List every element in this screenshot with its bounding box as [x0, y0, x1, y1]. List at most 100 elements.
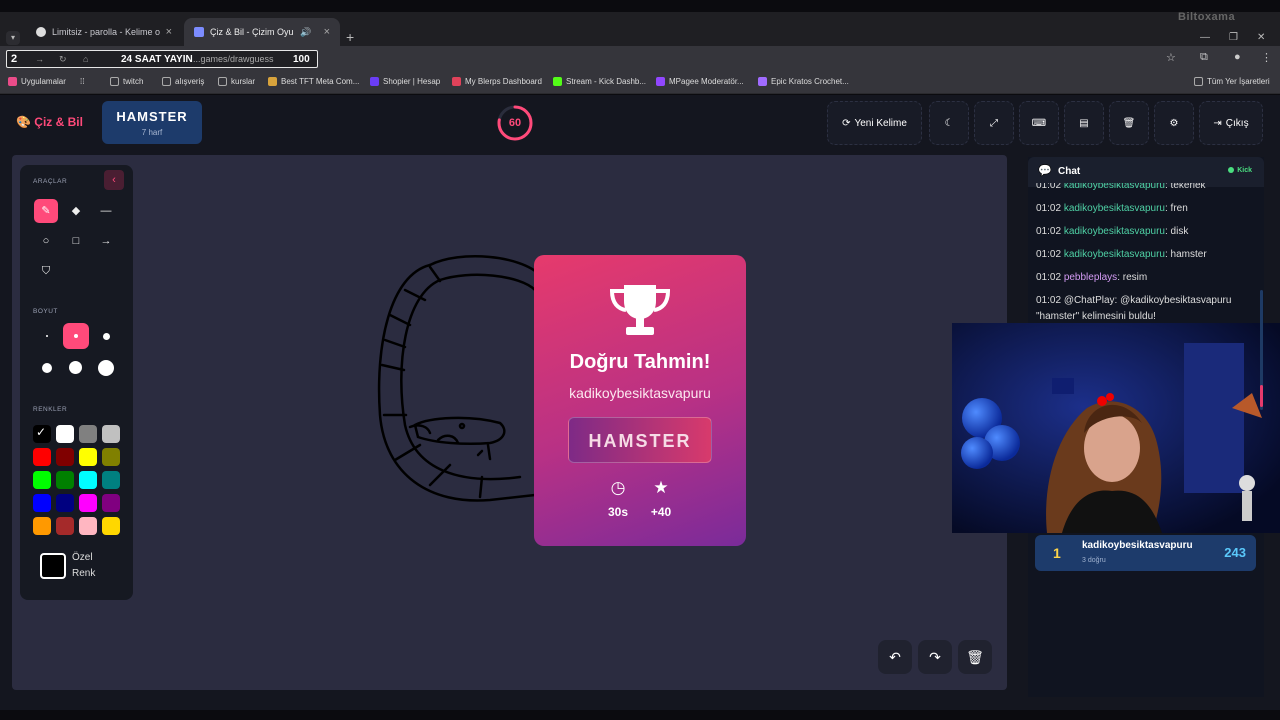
color-swatch[interactable]	[33, 425, 51, 443]
redo-button[interactable]: ↷	[918, 640, 952, 674]
chat-message: 01:02 kadikoybesiktasvapuru: fren	[1036, 203, 1188, 214]
new-word-button[interactable]: ⟳ Yeni Kelime	[827, 101, 922, 145]
fullscreen-button[interactable]: ⤢	[974, 101, 1014, 145]
rectangle-tool[interactable]: □	[64, 229, 88, 253]
home-icon[interactable]: ⌂	[83, 54, 88, 64]
tab-search-icon[interactable]: ▾	[6, 31, 20, 45]
chat-message: 01:02 kadikoybesiktasvapuru: tekerlek	[1036, 183, 1206, 191]
color-swatch[interactable]	[56, 471, 74, 489]
color-swatch[interactable]	[33, 517, 51, 535]
game-app: 🎨 Çiz & Bil HAMSTER 7 harf 60 ⟳ Yeni Keli…	[0, 95, 1280, 710]
bookmark-blerps[interactable]: My Blerps Dashboard	[452, 77, 542, 86]
color-swatch[interactable]	[102, 448, 120, 466]
bookmark-alisveris[interactable]: alışveriş	[162, 77, 204, 86]
fill-tool[interactable]: ⛉	[34, 259, 58, 283]
collapse-panel-button[interactable]: ‹	[104, 170, 124, 190]
profile-icon[interactable]: ●	[1234, 51, 1241, 63]
color-swatch[interactable]	[102, 517, 120, 535]
bookmark-kratos[interactable]: Epic Kratos Crochet...	[758, 77, 849, 86]
line-icon: —	[100, 205, 112, 217]
overlay-number: 2	[11, 53, 18, 65]
folder-icon	[162, 77, 171, 86]
color-swatch[interactable]	[33, 494, 51, 512]
line-tool[interactable]: —	[94, 199, 118, 223]
color-swatch[interactable]	[56, 448, 74, 466]
correct-guess-card: Doğru Tahmin! kadikoybesiktasvapuru HAMS…	[534, 255, 746, 546]
tab-parolla[interactable]: Limitsiz - parolla - Kelime oyunu ×	[26, 18, 182, 46]
maximize-icon[interactable]: ❐	[1229, 32, 1238, 43]
tab-close-icon[interactable]: ×	[324, 26, 330, 38]
kick-icon	[553, 77, 562, 86]
pencil-tool[interactable]: ✎	[34, 199, 58, 223]
minimize-icon[interactable]: —	[1200, 32, 1210, 43]
color-swatch[interactable]	[102, 494, 120, 512]
size-2[interactable]	[63, 323, 89, 349]
bookmark-all[interactable]: Tüm Yer İşaretleri	[1194, 77, 1270, 86]
color-swatch[interactable]	[56, 494, 74, 512]
size-5[interactable]	[63, 355, 89, 381]
exit-button[interactable]: ⇥ Çıkış	[1199, 101, 1263, 145]
bookmark-apps[interactable]: Uygulamalar	[8, 77, 66, 86]
bookmark-kurslar[interactable]: kurslar	[218, 77, 255, 86]
bookmark-shopier[interactable]: Shopier | Hesap	[370, 77, 440, 86]
circle-tool[interactable]: ○	[34, 229, 58, 253]
bookmark-mpagee[interactable]: MPagee Moderatör...	[656, 77, 744, 86]
bookmarks-bar: Uygulamalar ⁞⁞ twitch alışveriş kurslar …	[0, 72, 1280, 94]
bookmark-tft[interactable]: Best TFT Meta Com...	[268, 77, 359, 86]
color-swatch[interactable]	[102, 471, 120, 489]
chat-messages: 01:02 kadikoybesiktasvapuru: tekerlek 01…	[1036, 183, 1256, 323]
delete-button[interactable]: 🗑	[1109, 101, 1149, 145]
color-swatch[interactable]	[79, 448, 97, 466]
keyboard-button[interactable]: ⌨	[1019, 101, 1059, 145]
color-swatch[interactable]	[56, 425, 74, 443]
settings-button[interactable]: ⚙	[1154, 101, 1194, 145]
folder-icon	[110, 77, 119, 86]
shopier-icon	[370, 77, 379, 86]
overlay-live-text: 24 SAAT YAYIN	[121, 54, 193, 65]
custom-color-button[interactable]	[40, 553, 66, 579]
bookmark-star-icon[interactable]: ☆	[1166, 51, 1176, 64]
size-4[interactable]	[34, 355, 60, 381]
palette-icon: 🎨	[16, 115, 31, 129]
color-swatch[interactable]	[79, 471, 97, 489]
color-swatch[interactable]	[79, 517, 97, 535]
clear-canvas-button[interactable]: 🗑	[958, 640, 992, 674]
grid-icon[interactable]: ⁞⁞	[80, 77, 84, 86]
extensions-icon[interactable]: ⧉	[1200, 51, 1208, 64]
new-tab-icon[interactable]: +	[346, 29, 354, 45]
color-swatch[interactable]	[56, 517, 74, 535]
close-window-icon[interactable]: ✕	[1257, 32, 1265, 43]
undo-button[interactable]: ↶	[878, 640, 912, 674]
color-swatch[interactable]	[79, 425, 97, 443]
tab-ciz-bil[interactable]: Çiz & Bil - Çizim Oyunu 🔊 ×	[184, 18, 340, 46]
arrow-tool[interactable]: →	[94, 229, 118, 253]
arrow-right-icon: →	[100, 235, 112, 247]
tab-close-icon[interactable]: ×	[166, 26, 172, 38]
square-icon: □	[72, 235, 80, 247]
reload-icon[interactable]: ↻	[59, 54, 67, 65]
color-swatch[interactable]	[33, 471, 51, 489]
current-word: HAMSTER	[116, 109, 188, 124]
back-icon[interactable]: →	[35, 54, 44, 64]
chat-scrollbar[interactable]	[1260, 290, 1263, 410]
size-6[interactable]	[93, 355, 119, 381]
platform-badge: Kick	[1228, 167, 1252, 174]
speaker-icon[interactable]: 🔊	[300, 27, 311, 38]
archive-button[interactable]: ▤	[1064, 101, 1104, 145]
browser-menu-icon[interactable]: ⋮	[1261, 51, 1272, 64]
size-1[interactable]	[34, 323, 60, 349]
dark-mode-button[interactable]: ☾	[929, 101, 969, 145]
color-swatch[interactable]	[102, 425, 120, 443]
redo-icon: ↷	[929, 649, 941, 665]
circle-icon: ○	[42, 235, 50, 247]
eraser-tool[interactable]: ◆	[64, 199, 88, 223]
color-swatch[interactable]	[79, 494, 97, 512]
size-3[interactable]	[93, 323, 119, 349]
bookmark-twitch[interactable]: twitch	[110, 77, 143, 86]
undo-icon: ↶	[889, 649, 901, 665]
points-stat: ★ +40	[641, 479, 681, 520]
color-swatch[interactable]	[33, 448, 51, 466]
url-box[interactable]: 2 → ↻ ⌂ 24 SAAT YAYIN ...games/drawguess…	[6, 50, 318, 68]
tools-panel: ARAÇLAR ‹ ✎ ◆ — ○ □ → ⛉ BOYUT RENKLER Öz…	[20, 165, 133, 600]
bookmark-kick[interactable]: Stream - Kick Dashb...	[553, 77, 646, 86]
